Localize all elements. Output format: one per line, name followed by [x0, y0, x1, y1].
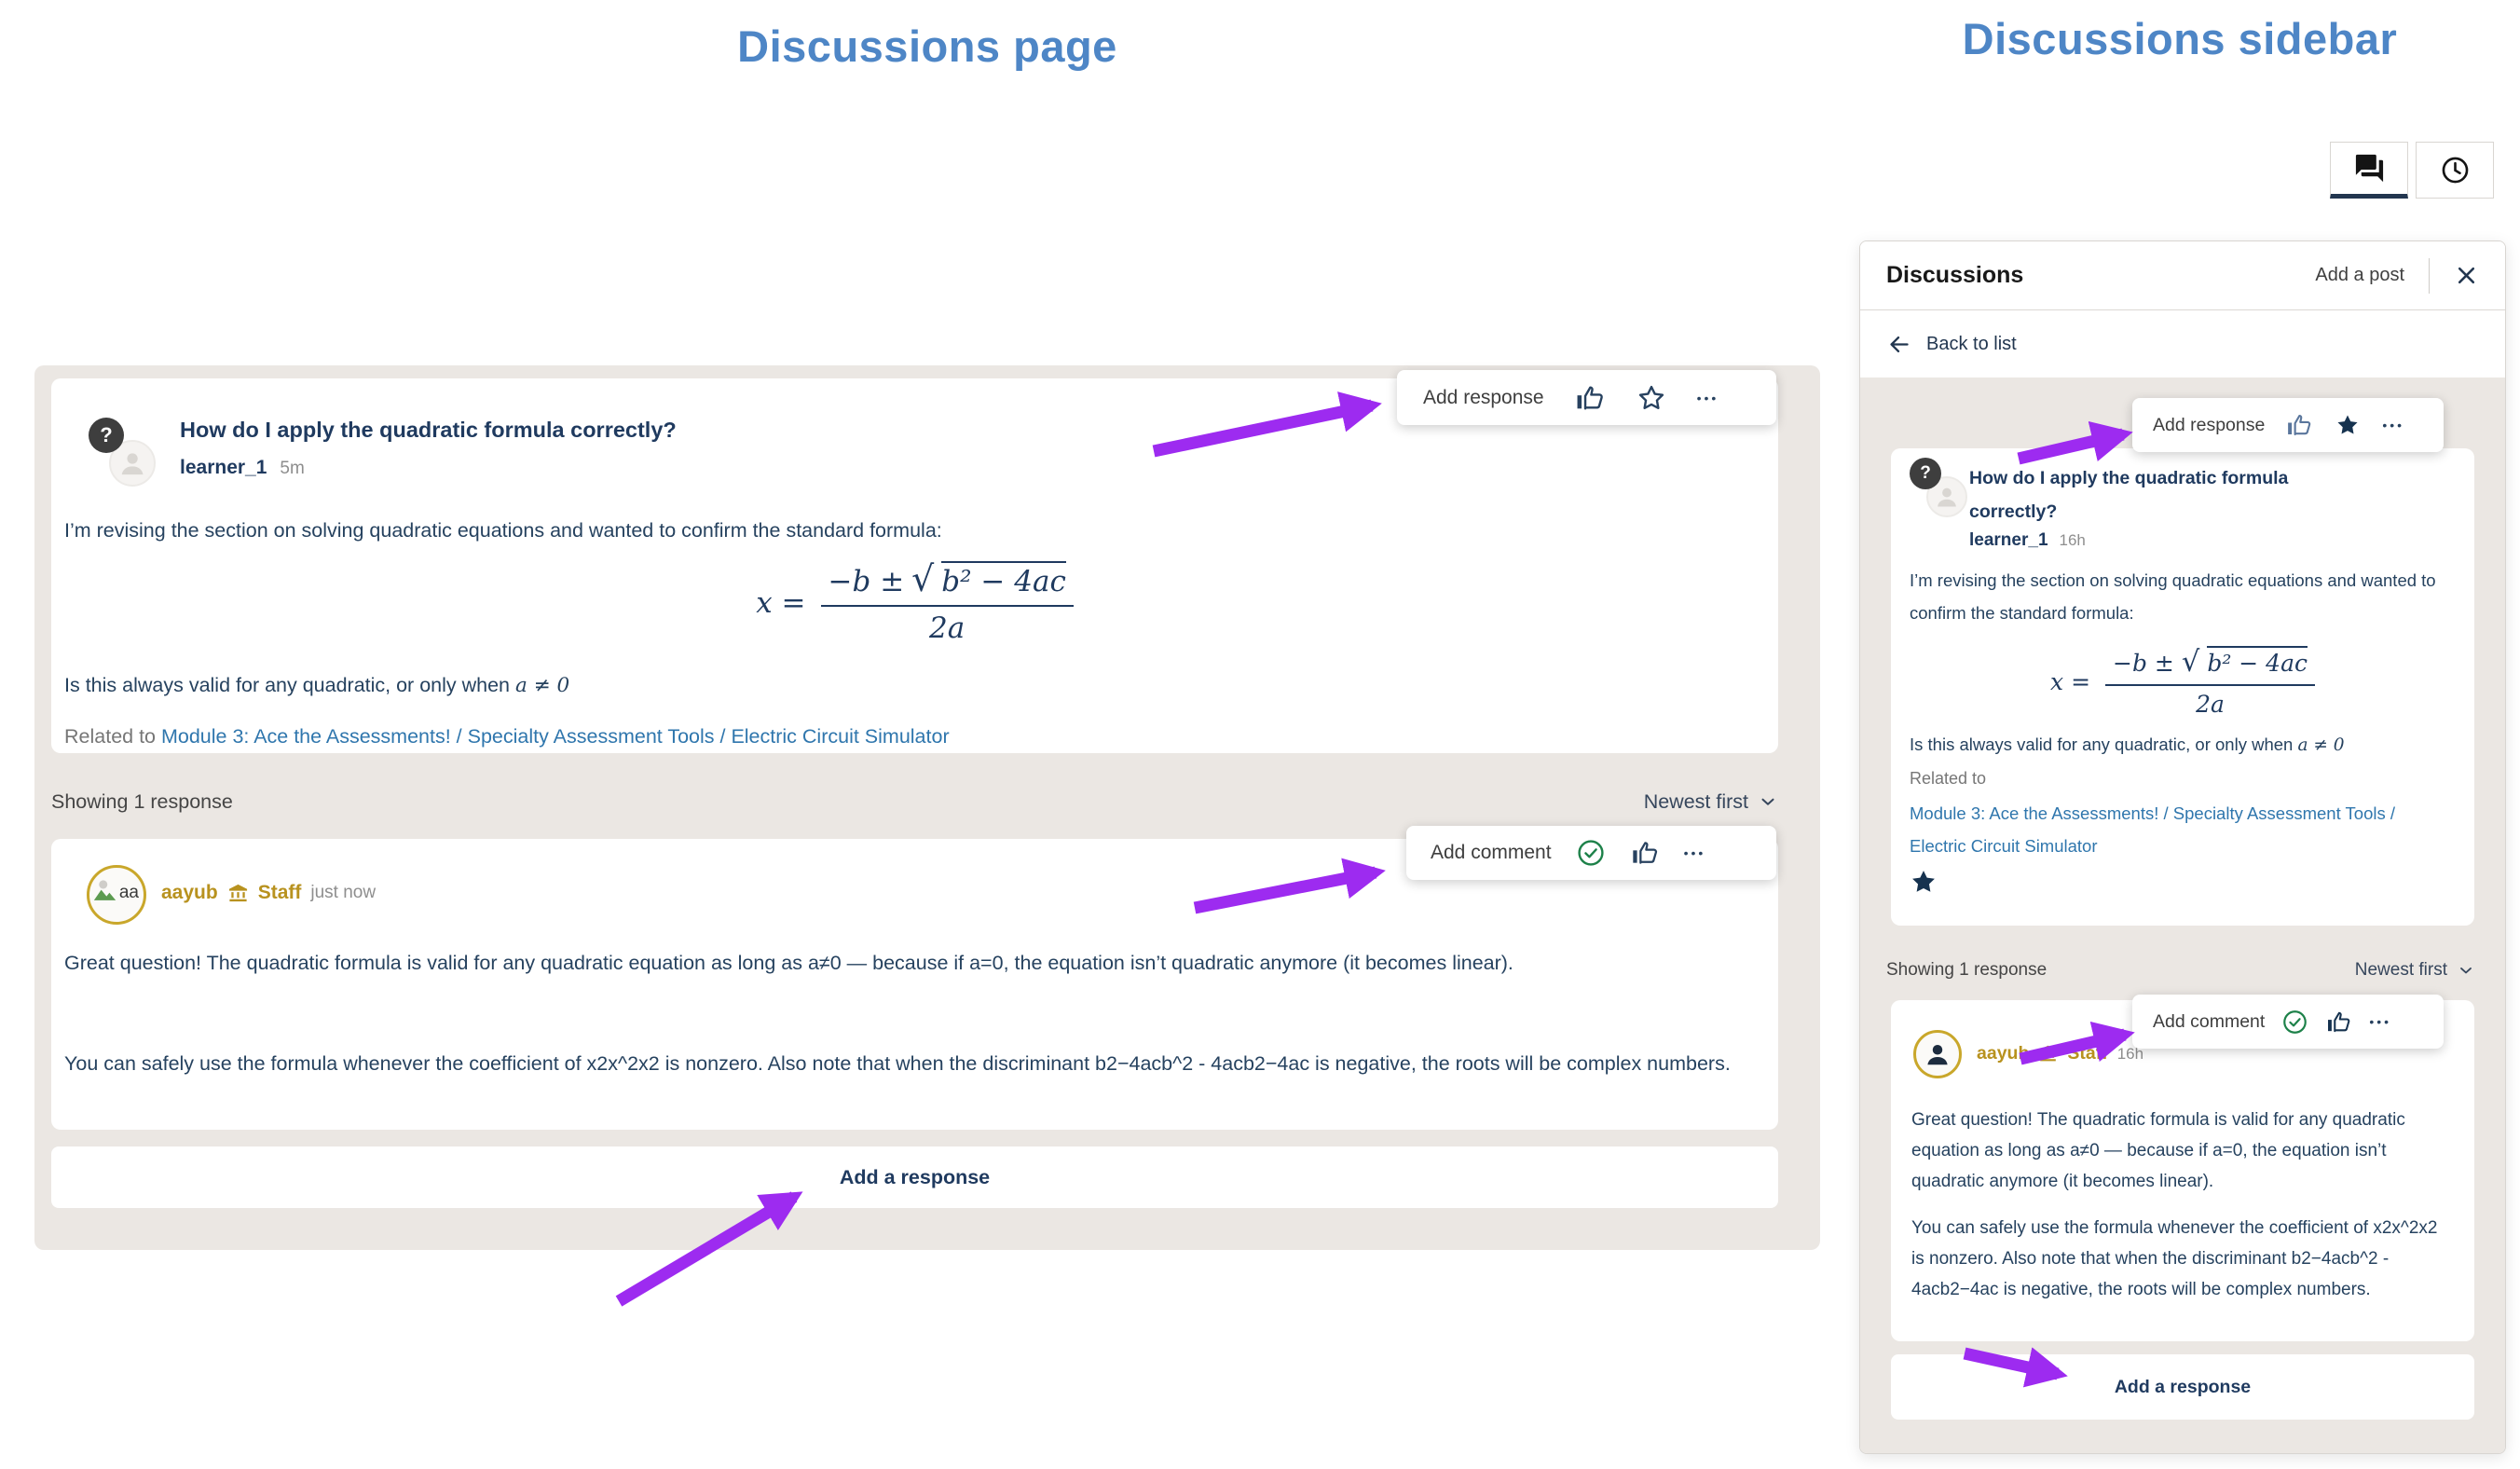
post-author[interactable]: learner_1	[1969, 530, 2048, 551]
staff-badge-icon	[2038, 1044, 2058, 1064]
add-a-post-button[interactable]: Add a post	[2315, 265, 2404, 286]
overflow-menu-icon[interactable]: •••	[2369, 1014, 2391, 1029]
response-author[interactable]: aayub	[161, 882, 218, 904]
response-author[interactable]: aayub	[1977, 1043, 2029, 1064]
like-icon[interactable]	[1630, 838, 1660, 868]
response-actions-toolbar: Add comment •••	[1406, 826, 1776, 880]
sidebar-header: Discussions Add a post	[1860, 241, 2505, 310]
post-body-intro: I’m revising the section on solving quad…	[1910, 564, 2448, 629]
showing-responses-label: Showing 1 response	[51, 790, 233, 814]
question-post-icon: ?	[89, 418, 124, 453]
post-validity-question: Is this always valid for any quadratic, …	[1910, 728, 2345, 762]
person-icon	[1934, 484, 1960, 510]
post-actions-toolbar: Add response •••	[2132, 398, 2444, 452]
back-to-list-label: Back to list	[1926, 334, 2017, 355]
response-paragraph: Great question! The quadratic formula is…	[64, 949, 1732, 978]
post-time: 5m	[280, 459, 304, 479]
back-to-list-button[interactable]: Back to list	[1860, 310, 2505, 378]
response-author-row: aayub Staff 16h	[1977, 1043, 2143, 1064]
clock-icon	[2439, 154, 2472, 186]
post-body-intro: I’m revising the section on solving quad…	[64, 516, 1677, 545]
endorse-check-icon[interactable]	[1576, 838, 1606, 868]
arrow-left-icon	[1886, 332, 1911, 357]
response-actions-toolbar: Add comment •••	[2132, 995, 2444, 1049]
sidebar-view-title: Discussions sidebar	[1853, 13, 2507, 64]
forum-icon	[2353, 152, 2386, 185]
page-title: Discussions page	[34, 21, 1820, 72]
add-a-response-bar[interactable]: Add a response	[51, 1146, 1778, 1208]
showing-responses-label: Showing 1 response	[1886, 960, 2047, 981]
add-response-button[interactable]: Add response	[2153, 415, 2265, 436]
staff-role-label: Staff	[258, 882, 302, 904]
post-actions-toolbar: Add response •••	[1397, 370, 1776, 425]
add-comment-button[interactable]: Add comment	[2153, 1011, 2265, 1033]
add-a-response-label: Add a response	[2115, 1377, 2251, 1398]
response-paragraph: You can safely use the formula whenever …	[64, 1050, 1732, 1078]
response-card: aa aayub Staff just now Great question! …	[51, 839, 1778, 1130]
responses-header-row: Showing 1 response Newest first	[51, 783, 1778, 820]
post-card: ? How do I apply the quadratic formula c…	[51, 378, 1778, 753]
quadratic-formula: x = −b ±√b² − 4ac 2a	[1891, 646, 2474, 718]
related-unit-link[interactable]: Module 3: Ace the Assessments! / Special…	[161, 725, 950, 748]
star-outline-icon[interactable]	[1636, 382, 1667, 414]
response-paragraph: You can safely use the formula whenever …	[1911, 1213, 2448, 1305]
staff-avatar	[1913, 1030, 1962, 1078]
post-title: How do I apply the quadratic formula cor…	[180, 418, 677, 443]
star-filled-icon[interactable]	[2334, 411, 2362, 439]
response-paragraph: Great question! The quadratic formula is…	[1911, 1105, 2448, 1197]
responses-header-row: Showing 1 response Newest first	[1886, 954, 2475, 987]
sort-dropdown[interactable]: Newest first	[1644, 790, 1778, 814]
like-icon[interactable]	[2285, 411, 2313, 439]
quadratic-formula: x = −b ±√b² − 4ac 2a	[51, 561, 1778, 645]
staff-badge-icon	[227, 883, 249, 904]
chevron-down-icon	[1758, 791, 1778, 812]
response-card: aayub Staff 16h Great question! The quad…	[1891, 1000, 2474, 1341]
related-unit-link[interactable]: Module 3: Ace the Assessments! / Special…	[1910, 797, 2437, 862]
person-icon	[1924, 1040, 1952, 1068]
add-response-button[interactable]: Add response	[1423, 387, 1544, 409]
tab-discussions[interactable]	[2330, 142, 2408, 199]
header-divider	[2429, 258, 2430, 294]
response-author-row: aayub Staff just now	[161, 882, 376, 904]
discussions-sidebar-panel: Discussions Add a post Back to list ? Ho…	[1859, 240, 2506, 1454]
like-icon[interactable]	[2325, 1009, 2352, 1036]
related-label: Related to	[1910, 769, 1986, 789]
avatar-text: aa	[119, 883, 139, 903]
like-icon[interactable]	[1574, 382, 1606, 414]
star-filled-icon[interactable]	[1908, 866, 1939, 902]
add-a-response-label: Add a response	[840, 1166, 990, 1189]
sidebar-title: Discussions	[1886, 262, 2315, 289]
post-title: How do I apply the quadratic formula cor…	[1969, 461, 2346, 529]
tab-recent-activity[interactable]	[2416, 142, 2494, 199]
response-time: just now	[310, 883, 376, 903]
related-label: Related to	[64, 725, 161, 748]
add-a-response-bar[interactable]: Add a response	[1891, 1354, 2474, 1420]
sidebar-content: ? How do I apply the quadratic formula c…	[1860, 378, 2505, 1453]
overflow-menu-icon[interactable]: •••	[1684, 845, 1706, 860]
post-card: ? How do I apply the quadratic formula c…	[1891, 448, 2474, 926]
overflow-menu-icon[interactable]: •••	[1697, 391, 1719, 405]
post-validity-question: Is this always valid for any quadratic, …	[64, 671, 569, 700]
chevron-down-icon	[2457, 961, 2475, 980]
post-author-row: learner_1 5m	[180, 457, 305, 479]
staff-avatar: aa	[87, 865, 146, 925]
post-author-row: learner_1 16h	[1969, 530, 2086, 551]
question-post-icon: ?	[1910, 458, 1941, 489]
overflow-menu-icon[interactable]: •••	[2382, 418, 2404, 432]
related-row: Related to Module 3: Ace the Assessments…	[64, 725, 950, 748]
discussions-page-panel: ? How do I apply the quadratic formula c…	[34, 365, 1820, 1250]
post-author[interactable]: learner_1	[180, 457, 267, 479]
endorse-check-icon[interactable]	[2281, 1009, 2308, 1036]
sort-dropdown[interactable]: Newest first	[2355, 960, 2475, 981]
post-time: 16h	[2060, 531, 2086, 550]
person-icon	[117, 448, 147, 478]
add-comment-button[interactable]: Add comment	[1431, 842, 1552, 864]
screenshot-canvas: Discussions page Discussions sidebar ? H…	[0, 0, 2520, 1469]
staff-role-label: Staff	[2067, 1043, 2107, 1064]
close-icon[interactable]	[2454, 263, 2479, 288]
